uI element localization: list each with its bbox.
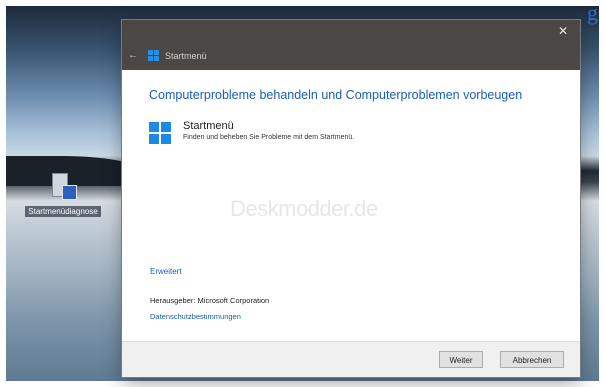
advanced-link[interactable]: Erweitert [150,267,182,276]
close-button[interactable]: ✕ [556,24,570,38]
computer-troubleshooter-icon [49,171,77,201]
entry-description: Finden und beheben Sie Probleme mit dem … [183,134,355,141]
nav-title: Startmenü [165,50,207,61]
corner-text: g [587,6,599,25]
troubleshooter-dialog: ✕ ← Startmenü Computerprobleme behandeln… [122,20,580,377]
publisher-text: Herausgeber: Microsoft Corporation [150,296,270,305]
cancel-button[interactable]: Abbrechen [500,351,564,368]
watermark: Deskmodder.de [230,196,378,221]
entry-title: Startmenü [183,120,234,132]
close-icon: ✕ [557,24,569,38]
dialog-footer: Weiter Abbrechen [122,341,580,377]
privacy-link[interactable]: Datenschutzbestimmungen [150,312,241,321]
troubleshooter-entry: Startmenü Finden und beheben Sie Problem… [149,120,553,144]
next-button[interactable]: Weiter [439,351,483,368]
windows-logo-icon [148,50,159,61]
navigation-bar: ← Startmenü [128,50,207,61]
title-bar: ✕ ← Startmenü [122,20,580,70]
page-heading: Computerprobleme behandeln und Computerp… [149,88,523,102]
back-arrow-icon[interactable]: ← [128,50,142,61]
windows-logo-icon [149,122,171,144]
desktop-icon-label: Startmenüdiagnose [25,206,101,217]
desktop-icon-startmenu-diagnostic[interactable]: Startmenüdiagnose [18,171,108,219]
dialog-content: Computerprobleme behandeln und Computerp… [122,70,580,144]
